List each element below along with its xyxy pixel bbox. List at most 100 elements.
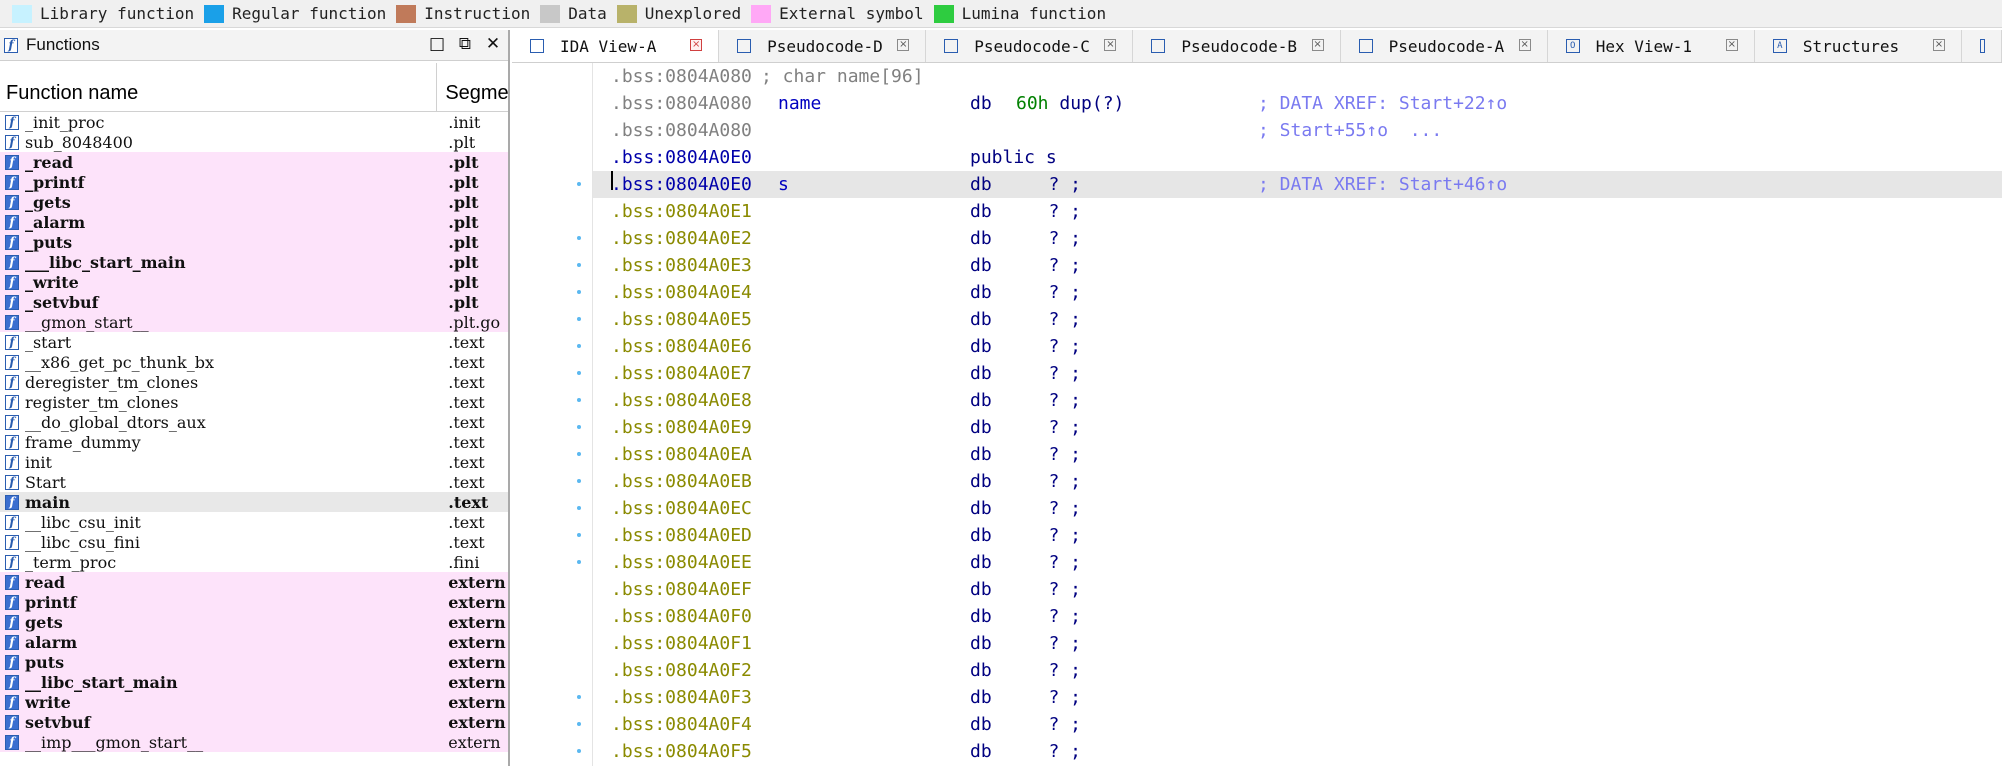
function-row[interactable]: f __do_global_dtors_aux .text (0, 412, 508, 432)
listing-line[interactable]: .bss:0804A0F3 db ? ; (593, 684, 2002, 711)
tab-close-icon[interactable]: × (1518, 39, 1531, 51)
function-row[interactable]: f gets extern (0, 612, 508, 632)
function-row[interactable]: f __libc_start_main extern (0, 672, 508, 692)
listing-line[interactable]: .bss:0804A0F5 db ? ; (593, 738, 2002, 765)
listing-line[interactable]: .bss:0804A0ED db ? ; (593, 522, 2002, 549)
listing-line[interactable]: .bss:0804A0F2 db ? ; (593, 657, 2002, 684)
function-name: __libc_csu_init (24, 512, 141, 532)
function-row[interactable]: f _term_proc .fini (0, 552, 508, 572)
address: .bss:0804A080 (611, 93, 752, 114)
operand: ? ; (1016, 606, 1082, 627)
tab-pseudocode-c[interactable]: Pseudocode-C × (926, 30, 1134, 62)
tab-close-icon[interactable]: × (1725, 39, 1738, 51)
function-icon: f (5, 614, 19, 630)
address: .bss:0804A0F2 (611, 660, 752, 681)
tab-hex-view-1[interactable]: O Hex View-1 × (1548, 30, 1755, 62)
listing-line[interactable]: .bss:0804A0F1 db ? ; (593, 630, 2002, 657)
function-row[interactable]: f puts extern (0, 652, 508, 672)
listing-line[interactable]: .bss:0804A0E8 db ? ; (593, 387, 2002, 414)
address: .bss:0804A0E8 (611, 390, 752, 411)
function-row[interactable]: f __libc_csu_fini .text (0, 532, 508, 552)
gutter-marker (577, 263, 581, 267)
listing-line[interactable]: .bss:0804A080 ; char name[96] (593, 63, 2002, 90)
tab-label: Structures (1802, 36, 1900, 56)
listing-line[interactable]: .bss:0804A0E3 db ? ; (593, 252, 2002, 279)
function-segment: .text (448, 472, 485, 492)
function-row[interactable]: f printf extern (0, 592, 508, 612)
listing-line[interactable]: .bss:0804A080 ; Start+55↑o ... (593, 117, 2002, 144)
maximize-icon[interactable]: □ (426, 33, 448, 55)
listing-line[interactable]: .bss:0804A0EC db ? ; (593, 495, 2002, 522)
address: .bss:0804A0EA (611, 444, 752, 465)
listing-line[interactable]: .bss:0804A0E4 db ? ; (593, 279, 2002, 306)
directive: db (970, 282, 992, 303)
tab-close-icon[interactable]: × (1104, 39, 1117, 51)
function-row[interactable]: f write extern (0, 692, 508, 712)
function-icon: f (5, 434, 19, 450)
listing-line[interactable]: .bss:0804A0EF db ? ; (593, 576, 2002, 603)
listing-line[interactable]: .bss:0804A0E7 db ? ; (593, 360, 2002, 387)
tab-more[interactable] (1962, 30, 2002, 62)
function-row[interactable]: f __libc_csu_init .text (0, 512, 508, 532)
tab-close-icon[interactable]: × (690, 39, 703, 51)
float-icon[interactable]: ⧉ (454, 33, 476, 55)
function-row[interactable]: f _init_proc .init (0, 112, 508, 132)
function-row[interactable]: f ___libc_start_main .plt (0, 252, 508, 272)
function-row[interactable]: f _setvbuf .plt (0, 292, 508, 312)
tab-ida-view-a[interactable]: IDA View-A × (512, 30, 720, 62)
function-row[interactable]: f __imp___gmon_start__ extern (0, 732, 508, 752)
function-row[interactable]: f main .text (0, 492, 508, 512)
view-tab-bar: IDA View-A × Pseudocode-D × Pseudocode-C × Pse… (512, 30, 2002, 63)
function-row[interactable]: f _read .plt (0, 152, 508, 172)
function-row[interactable]: f frame_dummy .text (0, 432, 508, 452)
function-row[interactable]: f setvbuf extern (0, 712, 508, 732)
listing-line[interactable]: .bss:0804A0E5 db ? ; (593, 306, 2002, 333)
listing-line[interactable]: .bss:0804A0E9 db ? ; (593, 414, 2002, 441)
tab-close-icon[interactable]: × (1932, 39, 1945, 51)
function-row[interactable]: f deregister_tm_clones .text (0, 372, 508, 392)
function-row[interactable]: f _gets .plt (0, 192, 508, 212)
listing-line[interactable]: .bss:0804A0EB db ? ; (593, 468, 2002, 495)
function-row[interactable]: f init .text (0, 452, 508, 472)
function-row[interactable]: f _alarm .plt (0, 212, 508, 232)
column-function-name[interactable]: Function name (0, 63, 438, 111)
function-row[interactable]: f alarm extern (0, 632, 508, 652)
function-name: __gmon_start__ (24, 312, 149, 332)
close-icon[interactable]: ✕ (482, 33, 504, 55)
function-icon: f (5, 374, 19, 390)
function-segment: .text (448, 432, 485, 452)
function-row[interactable]: f register_tm_clones .text (0, 392, 508, 412)
function-row[interactable]: f __x86_get_pc_thunk_bx .text (0, 352, 508, 372)
function-row[interactable]: f sub_8048400 .plt (0, 132, 508, 152)
listing-line[interactable]: .bss:0804A0E1 db ? ; (593, 198, 2002, 225)
tab-close-icon[interactable]: × (1311, 39, 1324, 51)
listing-line[interactable]: .bss:0804A0E0 public s (593, 144, 2002, 171)
column-segment[interactable]: Segme (437, 82, 508, 111)
function-row[interactable]: f _printf .plt (0, 172, 508, 192)
gutter-marker (577, 533, 581, 537)
tab-structures[interactable]: A Structures × (1755, 30, 1962, 62)
listing-line[interactable]: .bss:0804A080 name db 60h dup(?) ; DATA XREF… (593, 90, 2002, 117)
tab-close-icon[interactable]: × (897, 39, 910, 51)
listing-line[interactable]: .bss:0804A0F0 db ? ; (593, 603, 2002, 630)
tab-pseudocode-b[interactable]: Pseudocode-B × (1133, 30, 1341, 62)
gutter-marker (577, 695, 581, 699)
function-row[interactable]: f __gmon_start__ .plt.go (0, 312, 508, 332)
listing-line[interactable]: .bss:0804A0E6 db ? ; (593, 333, 2002, 360)
function-row[interactable]: f read extern (0, 572, 508, 592)
tab-pseudocode-d[interactable]: Pseudocode-D × (719, 30, 927, 62)
listing-line[interactable]: .bss:0804A0EE db ? ; (593, 549, 2002, 576)
function-row[interactable]: f Start .text (0, 472, 508, 492)
listing-line[interactable]: .bss:0804A0F4 db ? ; (593, 711, 2002, 738)
function-icon: f (5, 654, 19, 670)
function-icon: f (5, 454, 19, 470)
listing-line[interactable]: .bss:0804A0EA db ? ; (593, 441, 2002, 468)
disassembly-listing[interactable]: .bss:0804A080; char name[96] .bss:0804A08… (593, 63, 2002, 766)
function-row[interactable]: f _write .plt (0, 272, 508, 292)
function-row[interactable]: f _puts .plt (0, 232, 508, 252)
function-segment: .text (448, 532, 485, 552)
listing-line[interactable]: .bss:0804A0E2 db ? ; (593, 225, 2002, 252)
listing-line[interactable]: .bss:0804A0E0 s db ? ; ; DATA XREF: Start+4… (593, 171, 2002, 198)
function-row[interactable]: f _start .text (0, 332, 508, 352)
tab-pseudocode-a[interactable]: Pseudocode-A × (1341, 30, 1548, 62)
